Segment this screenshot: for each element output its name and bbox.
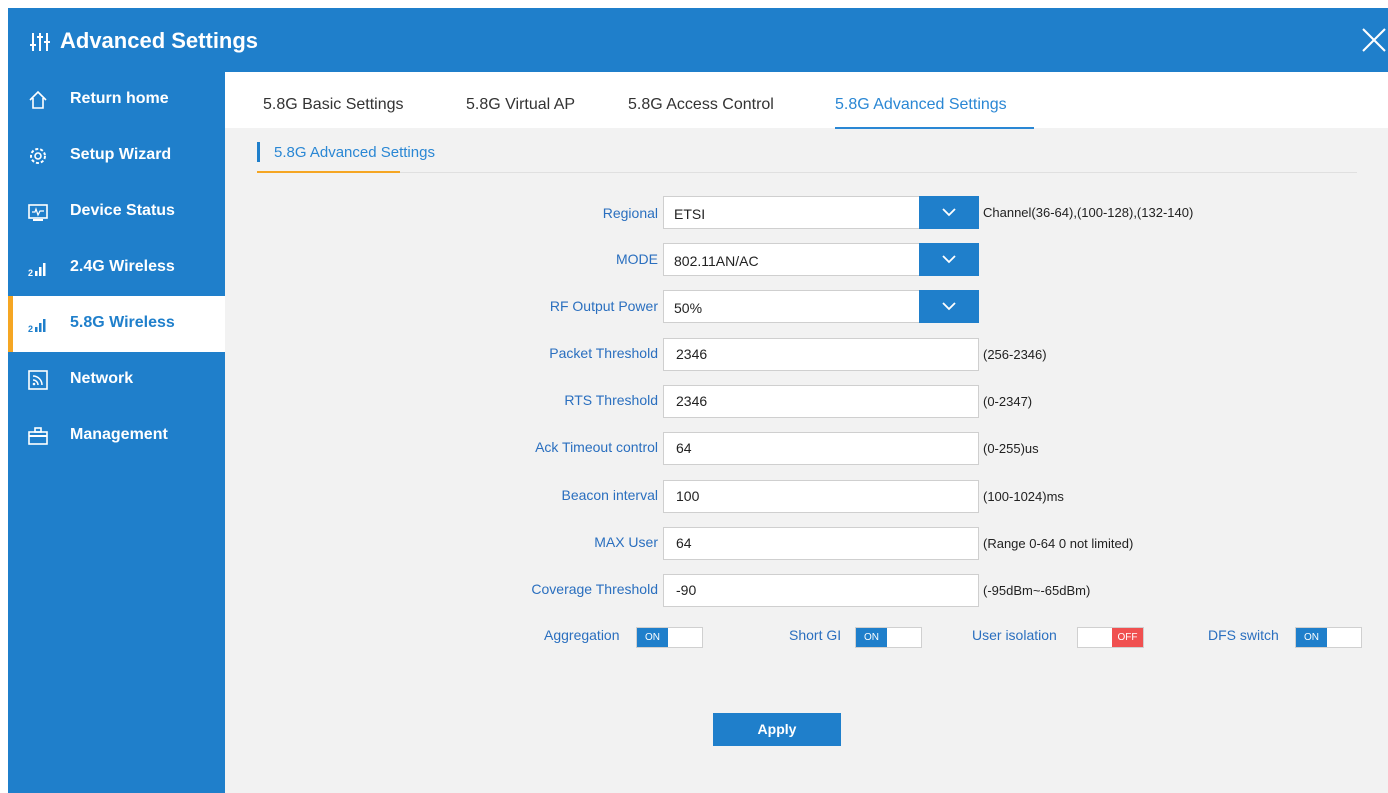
chevron-down-icon — [942, 302, 956, 311]
rts-threshold-input[interactable]: 2346 — [663, 385, 979, 418]
coverage-threshold-input[interactable]: -90 — [663, 574, 979, 607]
sidebar-item-label: Network — [70, 370, 134, 387]
beacon-interval-input[interactable]: 100 — [663, 480, 979, 513]
sidebar-item-device-status[interactable]: Device Status — [8, 184, 225, 240]
ack-timeout-input[interactable]: 64 — [663, 432, 979, 465]
short-gi-label: Short GI — [789, 627, 842, 643]
tab-advanced-settings[interactable]: 5.8G Advanced Settings — [835, 96, 1007, 114]
sidebar-item-24g-wireless[interactable]: 2 2.4G Wireless — [8, 240, 225, 296]
toolbox-icon — [28, 427, 48, 445]
regional-value: ETSI — [674, 206, 706, 222]
toggle-state: OFF — [1112, 628, 1143, 647]
svg-text:2: 2 — [28, 324, 33, 334]
sidebar-item-network[interactable]: Network — [8, 352, 225, 408]
packet-threshold-hint: (256-2346) — [983, 347, 1047, 362]
sliders-icon — [30, 33, 50, 51]
aggregation-toggle[interactable]: ON — [636, 627, 703, 648]
dfs-switch-label: DFS switch — [1208, 627, 1279, 643]
section-divider-accent — [257, 171, 400, 173]
chevron-down-icon — [942, 255, 956, 264]
mode-value: 802.11AN/AC — [674, 253, 759, 269]
sidebar-item-setup-wizard[interactable]: Setup Wizard — [8, 128, 225, 184]
aggregation-label: Aggregation — [544, 627, 620, 643]
signal-2g-icon: 2 — [28, 263, 46, 278]
section-marker — [257, 142, 260, 162]
user-isolation-label: User isolation — [972, 627, 1057, 643]
apply-button[interactable]: Apply — [713, 713, 841, 746]
ack-timeout-label: Ack Timeout control — [535, 439, 658, 455]
chevron-down-icon — [942, 208, 956, 217]
coverage-threshold-hint: (-95dBm~-65dBm) — [983, 583, 1091, 598]
sidebar-item-label: 5.8G Wireless — [70, 314, 175, 331]
tab-basic-settings[interactable]: 5.8G Basic Settings — [263, 96, 404, 114]
sidebar-item-return-home[interactable]: Return home — [8, 72, 225, 128]
sidebar-item-58g-wireless[interactable]: 2 5.8G Wireless — [8, 296, 225, 352]
regional-dropdown-button[interactable] — [919, 196, 979, 229]
signal-5g-icon: 2 — [28, 319, 46, 334]
regional-hint: Channel(36-64),(100-128),(132-140) — [983, 205, 1194, 220]
gear-icon — [30, 148, 46, 164]
sidebar-item-label: Device Status — [70, 202, 175, 219]
title-bar: Advanced Settings — [8, 8, 1388, 72]
packet-threshold-input[interactable]: 2346 — [663, 338, 979, 371]
rf-power-dropdown-button[interactable] — [919, 290, 979, 323]
beacon-interval-hint: (100-1024)ms — [983, 489, 1064, 504]
mode-select[interactable]: 802.11AN/AC — [663, 243, 979, 276]
svg-text:2: 2 — [28, 268, 33, 278]
tab-virtual-ap[interactable]: 5.8G Virtual AP — [466, 96, 575, 114]
active-tab-indicator — [835, 127, 1034, 129]
home-icon — [29, 90, 47, 109]
regional-label: Regional — [602, 205, 658, 221]
network-icon — [28, 370, 48, 390]
rts-threshold-label: RTS Threshold — [564, 392, 658, 408]
mode-label: MODE — [616, 251, 658, 267]
section-divider — [257, 172, 1357, 173]
window-title: Advanced Settings — [60, 28, 259, 53]
toggle-state: ON — [856, 628, 887, 647]
max-user-hint: (Range 0-64 0 not limited) — [983, 536, 1134, 551]
sidebar-item-management[interactable]: Management — [8, 408, 225, 464]
sidebar-item-label: Management — [70, 426, 168, 443]
tab-access-control[interactable]: 5.8G Access Control — [628, 96, 774, 114]
sidebar-item-label: Setup Wizard — [70, 146, 172, 163]
ack-timeout-hint: (0-255)us — [983, 441, 1039, 456]
rf-power-label: RF Output Power — [549, 298, 658, 314]
rf-power-select[interactable]: 50% — [663, 290, 979, 323]
toggle-state: ON — [1296, 628, 1327, 647]
user-isolation-toggle[interactable]: OFF — [1077, 627, 1144, 648]
rts-threshold-hint: (0-2347) — [983, 394, 1033, 409]
coverage-threshold-label: Coverage Threshold — [531, 581, 658, 597]
packet-threshold-label: Packet Threshold — [549, 345, 658, 361]
max-user-input[interactable]: 64 — [663, 527, 979, 560]
tab-bar: 5.8G Basic Settings 5.8G Virtual AP 5.8G… — [225, 72, 1388, 129]
dfs-switch-toggle[interactable]: ON — [1295, 627, 1362, 648]
section-title: 5.8G Advanced Settings — [274, 144, 435, 161]
sidebar: Return home Setup Wizard Device Status 2 — [8, 72, 225, 793]
mode-dropdown-button[interactable] — [919, 243, 979, 276]
short-gi-toggle[interactable]: ON — [855, 627, 922, 648]
max-user-label: MAX User — [594, 534, 658, 550]
close-icon[interactable] — [1360, 26, 1388, 54]
sidebar-item-label: Return home — [70, 90, 169, 107]
rf-power-value: 50% — [674, 300, 703, 316]
beacon-interval-label: Beacon interval — [561, 487, 658, 503]
sidebar-item-label: 2.4G Wireless — [70, 258, 175, 275]
toggle-state: ON — [637, 628, 668, 647]
regional-select[interactable]: ETSI — [663, 196, 979, 229]
monitor-icon — [28, 204, 48, 221]
